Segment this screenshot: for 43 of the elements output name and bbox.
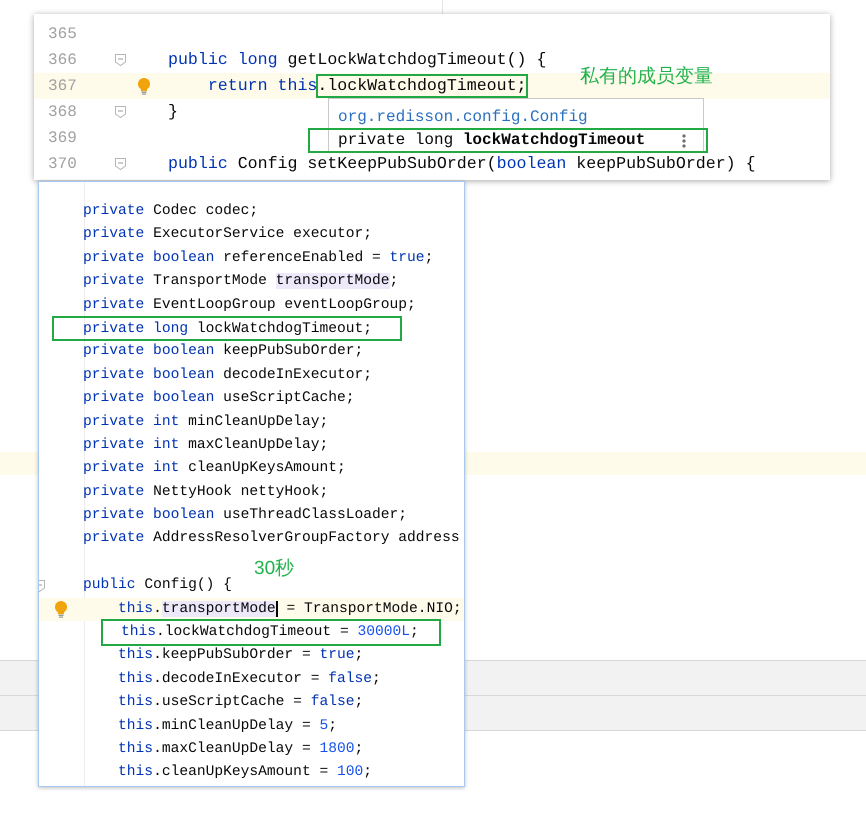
- code-line: private boolean useThreadClassLoader;: [83, 506, 408, 526]
- field-signature: private long lockWatchdogTimeout: [338, 130, 646, 151]
- fold-icon[interactable]: [115, 54, 126, 66]
- code-line: private TransportMode transportMode;: [83, 272, 398, 292]
- code-line: this.minCleanUpDelay = 5;: [117, 716, 337, 736]
- code-line: this.decodeInExecutor = false;: [117, 670, 381, 689]
- code-line: private int cleanUpKeysAmount;: [83, 459, 346, 478]
- fold-icon[interactable]: [115, 106, 126, 118]
- code-line: private boolean useScriptCache;: [83, 389, 354, 408]
- lightbulb-icon[interactable]: [54, 600, 68, 618]
- code-line: this.keepPubSubOrder = true;: [117, 646, 364, 666]
- code-line: private boolean decodeInExecutor;: [83, 366, 372, 385]
- code-line: this.useScriptCache = false;: [117, 693, 364, 712]
- line-number: 369: [48, 128, 77, 149]
- code-line: this.maxCleanUpDelay = 1800;: [117, 740, 364, 759]
- code-line: this.cleanUpKeysAmount = 100;: [117, 763, 372, 782]
- line-number: 367: [48, 76, 77, 97]
- code-line: this.transportMode = TransportMode.NIO;: [117, 600, 462, 619]
- line-number: 370: [48, 154, 77, 175]
- code-line: private AddressResolverGroupFactory address: [83, 529, 460, 548]
- class-path: org.redisson.config.Config: [338, 107, 589, 128]
- code-line: private EventLoopGroup eventLoopGroup;: [83, 296, 416, 315]
- code-line: private NettyHook nettyHook;: [83, 482, 328, 502]
- code-line: private Codec codec;: [83, 202, 258, 221]
- code-line: private boolean keepPubSubOrder;: [83, 342, 364, 362]
- line-number: 368: [48, 102, 77, 123]
- fold-icon[interactable]: [115, 158, 126, 170]
- more-icon[interactable]: [682, 134, 686, 148]
- selected-row[interactable]: private long lockWatchdogTimeout: [308, 128, 708, 153]
- code-line: private int maxCleanUpDelay;: [83, 436, 328, 455]
- annotation-note: 私有的成员变量: [580, 65, 713, 89]
- lightbulb-icon[interactable]: [137, 77, 151, 95]
- code-line: }: [168, 101, 178, 123]
- code-line: public long getLockWatchdogTimeout() {: [168, 49, 546, 71]
- code-line: public Config() {: [83, 576, 232, 596]
- code-line: return this.lockWatchdogTimeout;: [168, 73, 528, 99]
- code-line: private ExecutorService executor;: [83, 225, 372, 244]
- annotation-note: 30秒: [254, 557, 294, 581]
- line-number: 365: [48, 24, 77, 45]
- line-number: 366: [48, 50, 77, 71]
- code-line: private boolean referenceEnabled = true;: [83, 248, 434, 268]
- code-line: public Config setKeepPubSubOrder(boolean keepPubSubOrder) {: [168, 153, 756, 175]
- code-line: private int minCleanUpDelay;: [83, 412, 328, 432]
